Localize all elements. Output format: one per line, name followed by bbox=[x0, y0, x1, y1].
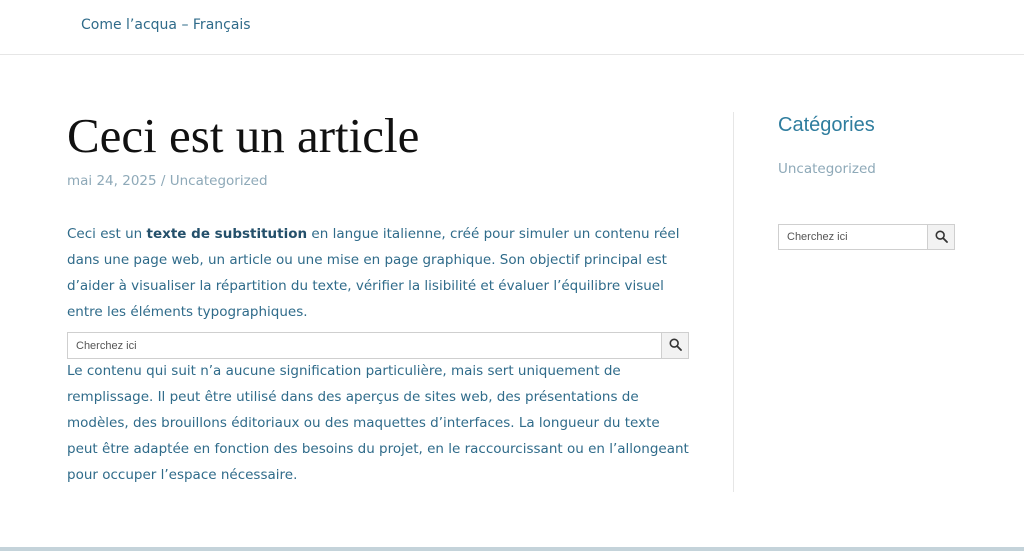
article-category-link[interactable]: Uncategorized bbox=[170, 173, 268, 189]
site-header: Come l’acqua – Français bbox=[0, 0, 1024, 55]
sidebar-divider bbox=[733, 112, 734, 492]
search-icon bbox=[934, 228, 948, 247]
article-paragraph-2: Le contenu qui suit n’a aucune significa… bbox=[67, 363, 689, 483]
article-meta: mai 24, 2025 / Uncategorized bbox=[67, 173, 268, 189]
sidebar-search-input[interactable] bbox=[779, 225, 927, 249]
article-search-form bbox=[67, 332, 689, 359]
paragraph-1-bold: texte de substitution bbox=[146, 226, 308, 242]
article-paragraph-1: Ceci est un texte de substitution en lan… bbox=[67, 221, 692, 325]
sidebar-category-uncategorized[interactable]: Uncategorized bbox=[778, 161, 876, 177]
article-search-button[interactable] bbox=[661, 333, 688, 358]
sidebar-search-button[interactable] bbox=[927, 225, 954, 249]
paragraph-1-intro: Ceci est un bbox=[67, 226, 147, 242]
sidebar-search-form bbox=[778, 224, 955, 250]
article-date: mai 24, 2025 bbox=[67, 173, 157, 189]
article-title: Ceci est un article bbox=[67, 108, 420, 163]
search-icon bbox=[668, 336, 682, 355]
sidebar-categories-heading: Catégories bbox=[778, 114, 875, 136]
meta-separator: / bbox=[156, 173, 170, 189]
site-title-link[interactable]: Come l’acqua – Français bbox=[81, 17, 251, 33]
footer-edge-bar bbox=[0, 547, 1024, 551]
article-search-input[interactable] bbox=[68, 333, 661, 358]
